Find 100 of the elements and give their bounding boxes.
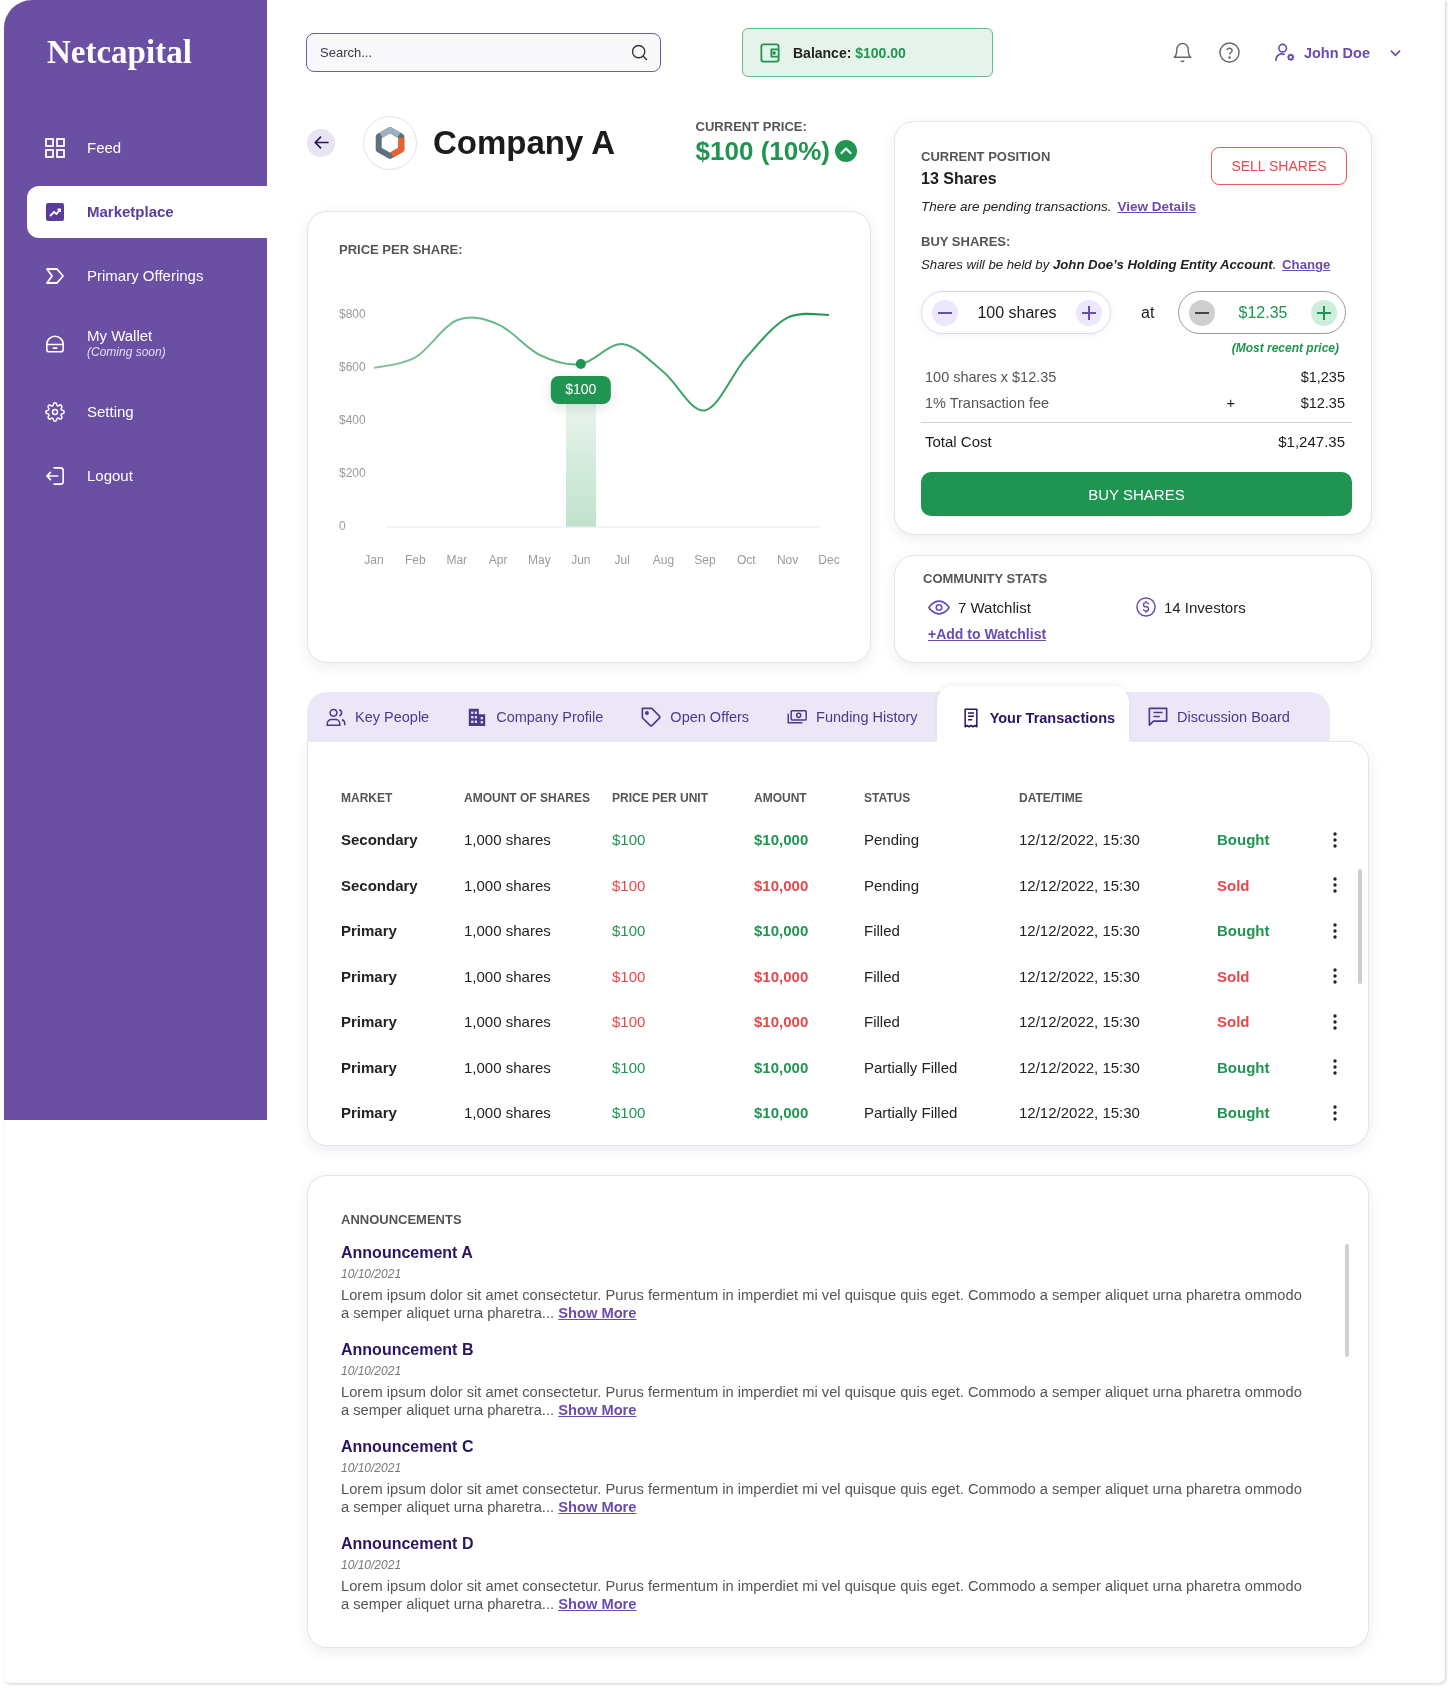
market-value: Primary: [341, 1104, 397, 1122]
user-menu-button[interactable]: John Doe: [1274, 43, 1401, 62]
tab[interactable]: Open Offers: [641, 707, 750, 727]
minus-icon: [1195, 311, 1209, 314]
plus-icon: [1317, 305, 1331, 320]
announcement-date: 10/10/2021: [341, 1459, 402, 1476]
more-icon[interactable]: [1333, 1104, 1337, 1121]
more-icon[interactable]: [1333, 1013, 1337, 1030]
status-value: Pending: [864, 876, 920, 894]
chevron-down-icon: [1390, 48, 1401, 57]
announcement-text: Lorem ipsum dolor sit amet consectetur. Purus fermentum in imperdiet mi vel quisque quis eget. Commodo a semper aliquet urna pharetra ommodo a semper aliquet urna pharetra... Show More: [341, 1285, 1303, 1322]
column-header: AMOUNT OF SHARES: [464, 791, 590, 805]
announcement-title: Announcement A: [341, 1242, 473, 1263]
price-value: $100: [612, 967, 646, 985]
shares-held: 13 Shares: [921, 169, 997, 189]
datetime-value: 12/12/2022, 15:30: [1019, 1058, 1140, 1076]
company-logo: [363, 115, 417, 170]
pending-note: There are pending transactions. View Details: [921, 199, 1196, 215]
announcement-title: Announcement D: [341, 1533, 474, 1554]
scrollbar[interactable]: [1345, 1243, 1349, 1357]
add-to-watchlist-link[interactable]: +Add to Watchlist: [928, 626, 1047, 643]
x-axis-label: Nov: [776, 553, 799, 568]
decrease-button[interactable]: [932, 299, 958, 326]
price-note: (Most recent price): [1231, 341, 1339, 356]
show-more-link[interactable]: Show More: [558, 1304, 637, 1321]
scrollbar[interactable]: [1358, 869, 1362, 984]
y-axis-label: $400: [339, 413, 366, 428]
back-button[interactable]: [307, 128, 335, 157]
total-label: Total Cost: [925, 433, 992, 451]
nav-item[interactable]: Primary Offerings: [45, 266, 204, 286]
shares-value: 1,000 shares: [464, 1058, 551, 1076]
tab[interactable]: Company Profile: [467, 707, 604, 727]
x-axis-label: Mar: [446, 553, 468, 568]
market-value: Primary: [341, 1013, 397, 1031]
nav-item[interactable]: Logout: [45, 466, 133, 486]
cost-line-amount: $12.35: [1299, 395, 1345, 411]
settings-icon: [45, 402, 65, 422]
community-stats-title: COMMUNITY STATS: [923, 571, 1048, 587]
nav-item[interactable]: My Wallet (Coming soon): [45, 328, 166, 360]
cost-line-label: 1% Transaction fee: [925, 395, 1051, 411]
holder-note: Shares will be held by John Doe’s Holding Entity Account. Change: [921, 257, 1331, 273]
change-link[interactable]: Change: [1282, 257, 1331, 272]
view-details-link[interactable]: View Details: [1117, 199, 1196, 214]
increase-button[interactable]: [1076, 299, 1102, 326]
sell-shares-button[interactable]: SELL SHARES: [1211, 147, 1347, 185]
datetime-value: 12/12/2022, 15:30: [1019, 831, 1140, 849]
increase-button[interactable]: [1311, 299, 1337, 326]
shares-value: 1,000 shares: [464, 1013, 551, 1031]
cost-line-amount: $1,235: [1299, 369, 1345, 385]
eye-icon: [928, 599, 950, 615]
search-icon: [631, 44, 648, 61]
shares-value: 1,000 shares: [464, 831, 551, 849]
nav-item[interactable]: Marketplace: [27, 186, 267, 238]
more-icon[interactable]: [1333, 1059, 1337, 1076]
datetime-value: 12/12/2022, 15:30: [1019, 922, 1140, 940]
nav-item[interactable]: Setting: [45, 402, 134, 422]
trade-type-value: Sold: [1217, 967, 1250, 985]
show-more-link[interactable]: Show More: [558, 1595, 637, 1612]
announcement-date: 10/10/2021: [341, 1265, 402, 1282]
more-icon[interactable]: [1333, 968, 1337, 985]
status-value: Filled: [864, 1013, 900, 1031]
amount-value: $10,000: [754, 1104, 809, 1122]
x-axis-label: Oct: [736, 553, 756, 568]
decrease-button[interactable]: [1189, 299, 1215, 326]
x-axis-label: Apr: [488, 553, 508, 568]
help-icon[interactable]: [1218, 42, 1240, 63]
notification-bell-icon[interactable]: [1172, 42, 1192, 63]
shares-value: 1,000 shares: [464, 967, 551, 985]
current-price-label: CURRENT PRICE:: [695, 118, 807, 135]
show-more-link[interactable]: Show More: [558, 1498, 637, 1515]
column-header: STATUS: [864, 791, 911, 805]
amount-value: $10,000: [754, 967, 809, 985]
x-axis-label: Aug: [652, 553, 675, 568]
announcement-title: Announcement B: [341, 1339, 474, 1360]
show-more-link[interactable]: Show More: [558, 1401, 637, 1418]
tab[interactable]: Key People: [326, 707, 430, 727]
buy-shares-label: BUY SHARES:: [921, 234, 1011, 250]
trade-type-value: Sold: [1217, 876, 1250, 894]
tab[interactable]: Your Transactions: [936, 686, 1130, 743]
more-icon[interactable]: [1333, 922, 1337, 939]
tab[interactable]: Funding History: [787, 707, 918, 727]
buy-shares-button[interactable]: BUY SHARES: [921, 472, 1352, 516]
y-axis-label: $200: [339, 466, 366, 481]
tab[interactable]: Discussion Board: [1148, 707, 1290, 727]
more-icon[interactable]: [1333, 831, 1337, 848]
column-header: AMOUNT: [754, 791, 807, 805]
market-value: Secondary: [341, 831, 418, 849]
shares-value: 1,000 shares: [464, 922, 551, 940]
search-field[interactable]: Search...: [306, 33, 661, 72]
banknote-icon: [787, 707, 808, 727]
datetime-value: 12/12/2022, 15:30: [1019, 1013, 1140, 1031]
status-value: Pending: [864, 831, 920, 849]
announcement-date: 10/10/2021: [341, 1362, 402, 1379]
more-icon[interactable]: [1333, 877, 1337, 894]
price-value: $100: [612, 876, 646, 894]
price-value: $12.35: [1238, 303, 1288, 322]
total-amount: $1,247.35: [1278, 433, 1345, 451]
x-axis-label: May: [528, 553, 551, 568]
trade-type-value: Bought: [1217, 1058, 1270, 1076]
nav-item[interactable]: Feed: [45, 138, 122, 158]
